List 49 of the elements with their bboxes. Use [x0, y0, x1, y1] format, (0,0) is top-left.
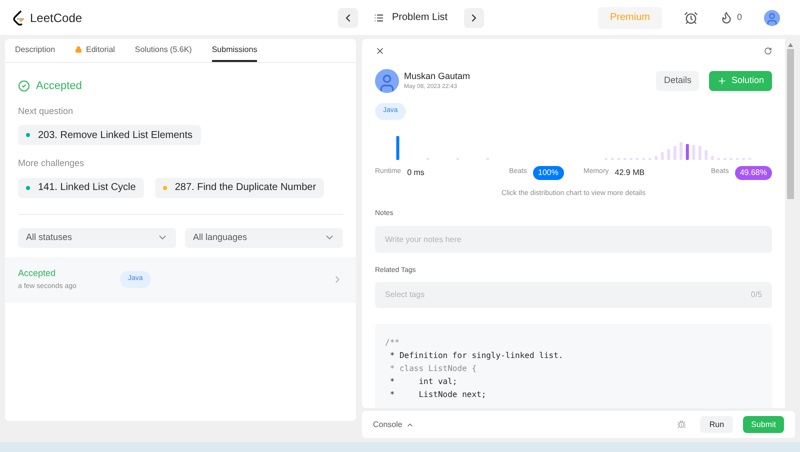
stat-value: 42.9 MB	[614, 166, 645, 178]
code-line: * ListNode next;	[388, 389, 488, 401]
submission-status: Accepted	[18, 267, 57, 280]
tab[interactable]: Description	[15, 39, 56, 62]
question-title: 141. Linked List Cycle	[38, 181, 136, 195]
section-label: More challenges	[18, 157, 86, 170]
result-status: Accepted	[36, 79, 82, 94]
console-toggle[interactable]: Console	[373, 418, 414, 430]
question-chip[interactable]: 141. Linked List Cycle	[18, 178, 144, 198]
logo-icon	[12, 10, 26, 26]
section-label: Next question	[18, 104, 74, 118]
close-icon[interactable]	[375, 46, 385, 56]
tab[interactable]: Editorial	[75, 39, 115, 62]
author-name: Muskan Gautam	[404, 70, 470, 83]
tags-placeholder: Select tags	[385, 289, 425, 301]
question-chip[interactable]: 203. Remove Linked List Elements	[18, 125, 201, 145]
question-title: 203. Remove Linked List Elements	[38, 128, 193, 142]
problem-list-label: Problem List	[392, 11, 448, 25]
filter-dropdown[interactable]: All statuses	[18, 228, 176, 248]
next-button[interactable]	[464, 8, 484, 28]
scroll-up-icon[interactable]	[788, 43, 792, 47]
alarm-clock-icon[interactable]	[684, 10, 698, 24]
beats-percent: 49.68%	[734, 166, 772, 180]
logo-text[interactable]: LeetCode	[30, 8, 82, 26]
beats-percent: 100%	[533, 166, 564, 180]
filter-dropdown[interactable]: All languages	[185, 228, 343, 248]
streak-count: 0	[736, 10, 742, 24]
code-line: * class ListNode {	[388, 363, 478, 375]
run-button[interactable]: Run	[700, 416, 734, 433]
question-chip[interactable]: 287. Find the Duplicate Number	[154, 178, 324, 198]
stat-value: 0 ms	[407, 166, 424, 178]
previous-button[interactable]	[338, 8, 358, 28]
list-icon	[374, 12, 384, 22]
code-line: /**	[385, 337, 400, 349]
refresh-icon[interactable]	[764, 47, 772, 55]
details-button[interactable]: Details	[656, 71, 700, 91]
code-line: * int val;	[388, 376, 458, 388]
problem-list-button[interactable]: Problem List	[366, 10, 456, 25]
tags-count: 0/5	[750, 289, 762, 301]
tab[interactable]: Submissions	[212, 39, 258, 62]
question-title: 287. Find the Duplicate Number	[174, 181, 316, 195]
flame-icon[interactable]	[720, 11, 733, 24]
check-circle-icon	[18, 80, 30, 92]
tab[interactable]: Solutions (5.6K)	[134, 39, 192, 62]
avatar-icon[interactable]	[764, 10, 780, 26]
plus-icon	[717, 76, 728, 86]
notes-field[interactable]: Write your notes here	[375, 226, 772, 252]
avatar-icon	[375, 69, 399, 93]
code-line: * Definition for singly-linked list.	[388, 350, 564, 362]
